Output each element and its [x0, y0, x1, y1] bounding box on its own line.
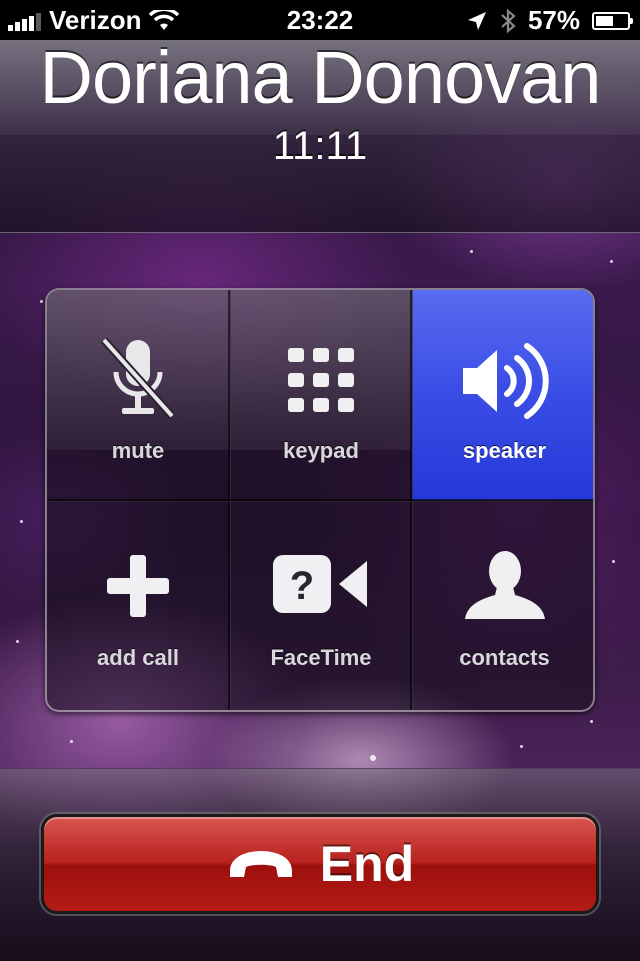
speaker-icon	[462, 343, 549, 419]
plus-icon	[107, 555, 169, 617]
caller-name: Doriana Donovan	[39, 36, 602, 119]
mute-icon	[101, 337, 175, 419]
contacts-label: contacts	[459, 645, 550, 670]
svg-text:?: ?	[290, 564, 314, 608]
end-call-button[interactable]: End	[41, 814, 599, 914]
mute-label: mute	[111, 438, 165, 463]
keypad-button[interactable]: keypad	[230, 290, 412, 500]
mute-button[interactable]: mute	[47, 290, 229, 500]
add-call-label: add call	[97, 645, 179, 670]
call-duration: 11:11	[272, 124, 368, 168]
battery-icon	[592, 11, 633, 30]
keypad-icon	[288, 348, 354, 412]
end-label: End	[319, 836, 415, 892]
call-controls-panel: mute keypad speaker add call ? FaceTime …	[45, 288, 595, 712]
contact-silhouette-icon	[464, 551, 545, 619]
battery-percent: 57%	[527, 5, 580, 35]
location-icon	[467, 11, 486, 30]
hang-up-icon	[229, 851, 292, 877]
speaker-button[interactable]: speaker	[412, 290, 593, 500]
add-call-button[interactable]: add call	[47, 501, 229, 710]
contacts-button[interactable]: contacts	[412, 501, 593, 710]
speaker-label: speaker	[462, 438, 547, 463]
status-bar: Verizon 23:22 57%	[0, 0, 640, 40]
facetime-camera-icon: ?	[273, 555, 367, 613]
keypad-label: keypad	[283, 438, 359, 463]
bluetooth-icon	[501, 8, 516, 33]
facetime-button[interactable]: ? FaceTime	[230, 501, 412, 710]
facetime-label: FaceTime	[270, 645, 372, 670]
